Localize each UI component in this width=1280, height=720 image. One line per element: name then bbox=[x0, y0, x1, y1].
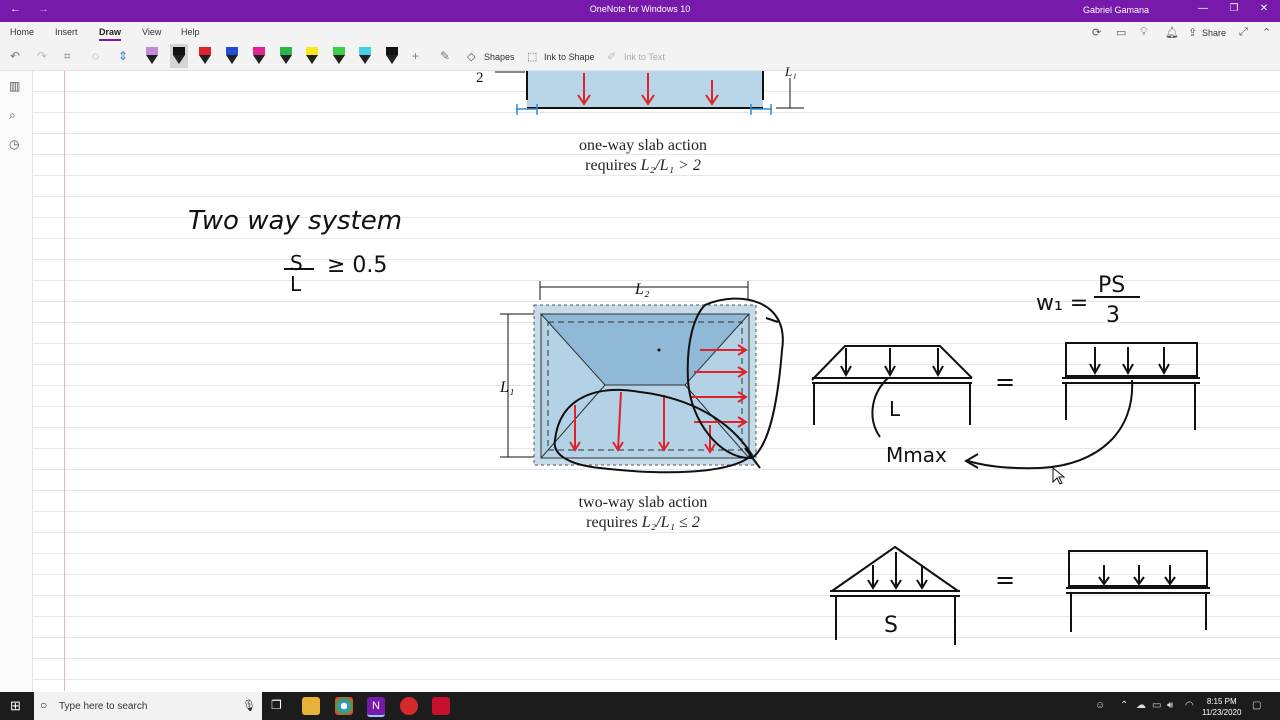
formula-numerator: PS bbox=[1098, 273, 1125, 298]
beam-span-label-l: L bbox=[889, 397, 901, 421]
fig1-left-label: 2 bbox=[476, 70, 484, 86]
cloud-icon[interactable]: ☁ bbox=[1136, 700, 1146, 711]
beam-span-label-s: S bbox=[884, 613, 898, 638]
fig2-caption-line1: two-way slab action bbox=[578, 494, 708, 511]
taskbar-search-box[interactable]: ○ Type here to search 🎙︎ bbox=[34, 692, 262, 720]
volume-icon[interactable]: 🔊︎ bbox=[1167, 700, 1173, 711]
ratio-rhs: ≥ 0.5 bbox=[327, 253, 387, 278]
clock-date: 11/23/2020 bbox=[1202, 708, 1242, 717]
wifi-icon[interactable]: ◠ bbox=[1185, 700, 1194, 711]
acrobat-icon[interactable] bbox=[432, 697, 450, 715]
beam-sketch-uniform-2 bbox=[1066, 550, 1210, 632]
ratio-denominator: L bbox=[290, 272, 302, 296]
battery-icon[interactable]: ▭ bbox=[1152, 700, 1161, 711]
file-explorer-icon[interactable] bbox=[302, 697, 320, 715]
equals-sign-2: = bbox=[995, 566, 1015, 594]
people-icon[interactable]: ☺ bbox=[1095, 700, 1105, 711]
tray-chevron-icon[interactable]: ⌃ bbox=[1120, 700, 1128, 711]
windows-taskbar: ⊞ ○ Type here to search 🎙︎ ❐ N ☺ ⌃ ☁ ▭ 🔊… bbox=[0, 692, 1280, 720]
beam-sketch-trapezoid bbox=[811, 345, 973, 438]
fig2-caption-line2: requires L₂/L₁ ≤ 2 bbox=[586, 514, 700, 531]
two-way-slab-figure: L₂ L₁ bbox=[499, 281, 784, 474]
formula-lhs: w₁ = bbox=[1036, 291, 1088, 316]
search-placeholder: Type here to search bbox=[59, 701, 148, 712]
mouse-cursor-icon bbox=[1052, 466, 1066, 485]
fig2-top-label: L₂ bbox=[634, 281, 650, 298]
microphone-icon[interactable]: 🎙︎ bbox=[242, 699, 256, 712]
beam-sketch-uniform bbox=[964, 342, 1200, 470]
handwritten-heading: Two way system bbox=[188, 206, 402, 236]
one-way-slab-figure: 2 L₁ bbox=[476, 64, 804, 115]
formula-denominator: 3 bbox=[1106, 303, 1120, 328]
onenote-icon[interactable]: N bbox=[367, 697, 385, 717]
fig1-caption-line2: requires L₂/L₁ > 2 bbox=[585, 157, 701, 174]
search-circle-icon: ○ bbox=[40, 698, 48, 712]
windows-start-icon[interactable]: ⊞ bbox=[10, 698, 21, 714]
mmax-label: Mmax bbox=[886, 443, 947, 467]
action-center-icon[interactable]: ▢ bbox=[1252, 700, 1261, 711]
fig1-right-label: L₁ bbox=[784, 64, 797, 79]
fig2-left-label: L₁ bbox=[499, 379, 514, 396]
task-view-icon[interactable]: ❐ bbox=[271, 698, 282, 712]
clock-time: 8:15 PM bbox=[1206, 697, 1237, 706]
fig1-caption-line1: one-way slab action bbox=[579, 137, 707, 154]
equals-sign-1: = bbox=[995, 368, 1015, 396]
taskbar-clock[interactable]: 8:15 PM 11/23/2020 bbox=[1202, 696, 1241, 718]
recorder-icon[interactable] bbox=[400, 697, 418, 715]
ink-layer: 2 L₁ L₂ L₁ Two way system S L ≥ 0.5 w₁ =… bbox=[188, 64, 1210, 645]
chrome-icon[interactable] bbox=[335, 697, 353, 715]
